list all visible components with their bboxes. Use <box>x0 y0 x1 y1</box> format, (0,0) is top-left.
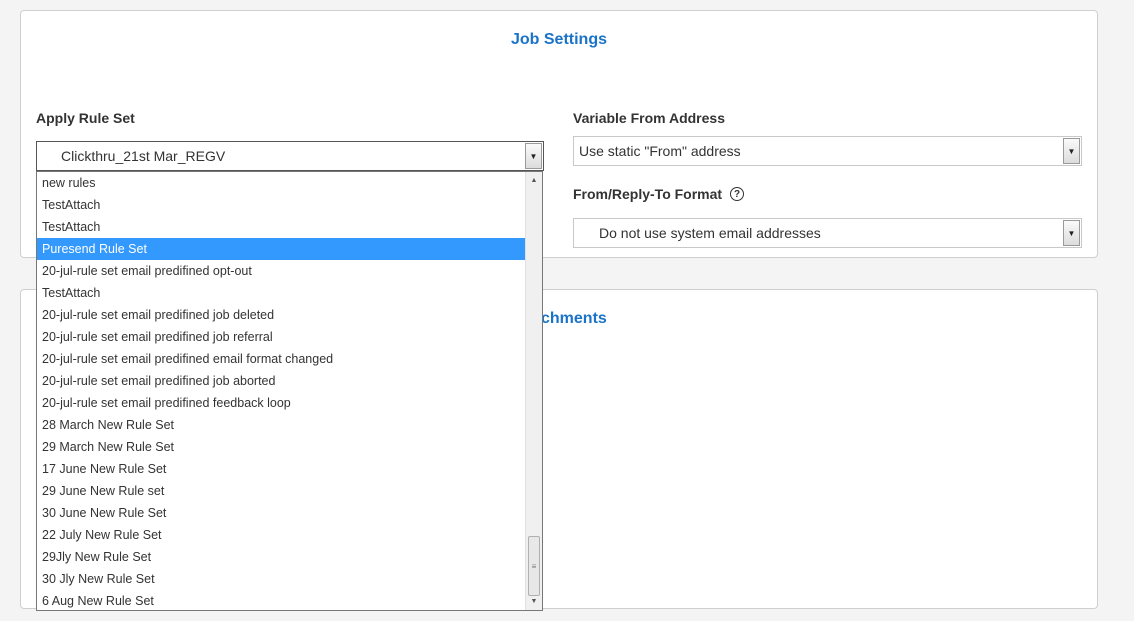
apply-rule-set-value: Clickthru_21st Mar_REGV <box>61 148 226 164</box>
rule-set-option[interactable]: 17 June New Rule Set <box>37 458 525 480</box>
rule-set-option[interactable]: 20-jul-rule set email predifined job del… <box>37 304 525 326</box>
chevron-down-icon[interactable]: ▼ <box>1063 138 1080 164</box>
from-reply-to-format-value: Do not use system email addresses <box>599 225 821 241</box>
rule-set-option[interactable]: 6 Aug New Rule Set <box>37 590 525 610</box>
attachments-title: chments <box>541 310 1097 328</box>
rule-set-option[interactable]: 20-jul-rule set email predifined email f… <box>37 348 525 370</box>
rule-set-option[interactable]: new rules <box>37 172 525 194</box>
rule-set-option[interactable]: Puresend Rule Set <box>37 238 525 260</box>
help-circle-icon[interactable]: ? <box>730 187 745 202</box>
rule-set-option[interactable]: 22 July New Rule Set <box>37 524 525 546</box>
rule-set-dropdown-list[interactable]: new rules TestAttach TestAttach Puresend Ru… <box>36 171 543 611</box>
from-reply-to-format-label-text: From/Reply-To Format <box>573 186 723 202</box>
apply-rule-set-label: Apply Rule Set <box>36 110 135 126</box>
rule-set-option[interactable]: 29 March New Rule Set <box>37 436 525 458</box>
variable-from-address-value: Use static "From" address <box>579 143 741 159</box>
rule-set-options: new rules TestAttach TestAttach Puresend Ru… <box>37 172 525 610</box>
rule-set-option[interactable]: 29Jly New Rule Set <box>37 546 525 568</box>
from-reply-to-format-select[interactable]: Do not use system email addresses ▼ <box>573 218 1082 248</box>
scroll-thumb[interactable]: ≡ <box>528 536 540 596</box>
variable-from-address-label: Variable From Address <box>573 110 725 126</box>
rule-set-option[interactable]: 28 March New Rule Set <box>37 414 525 436</box>
chevron-down-icon[interactable]: ▼ <box>1063 220 1080 246</box>
rule-set-option[interactable]: 20-jul-rule set email predifined feedbac… <box>37 392 525 414</box>
chevron-down-icon[interactable]: ▼ <box>525 143 542 169</box>
variable-from-address-select[interactable]: Use static "From" address ▼ <box>573 136 1082 166</box>
rule-set-option[interactable]: 29 June New Rule set <box>37 480 525 502</box>
rule-set-option[interactable]: 20-jul-rule set email predifined job ref… <box>37 326 525 348</box>
rule-set-option[interactable]: 20-jul-rule set email predifined opt-out <box>37 260 525 282</box>
rule-set-option[interactable]: 30 June New Rule Set <box>37 502 525 524</box>
apply-rule-set-select[interactable]: Clickthru_21st Mar_REGV ▼ <box>36 141 544 171</box>
from-reply-to-format-label: From/Reply-To Format? <box>573 186 745 202</box>
rule-set-option[interactable]: TestAttach <box>37 282 525 304</box>
rule-set-option[interactable]: TestAttach <box>37 216 525 238</box>
dropdown-scrollbar[interactable]: ▲ ≡ ▼ <box>525 172 542 610</box>
rule-set-option[interactable]: 30 Jly New Rule Set <box>37 568 525 590</box>
rule-set-option[interactable]: 20-jul-rule set email predifined job abo… <box>37 370 525 392</box>
arrow-up-icon[interactable]: ▲ <box>526 172 542 189</box>
job-settings-title: Job Settings <box>510 31 607 48</box>
arrow-down-icon[interactable]: ▼ <box>526 593 542 610</box>
attachments-title-text: chments <box>541 310 607 327</box>
rule-set-option[interactable]: TestAttach <box>37 194 525 216</box>
